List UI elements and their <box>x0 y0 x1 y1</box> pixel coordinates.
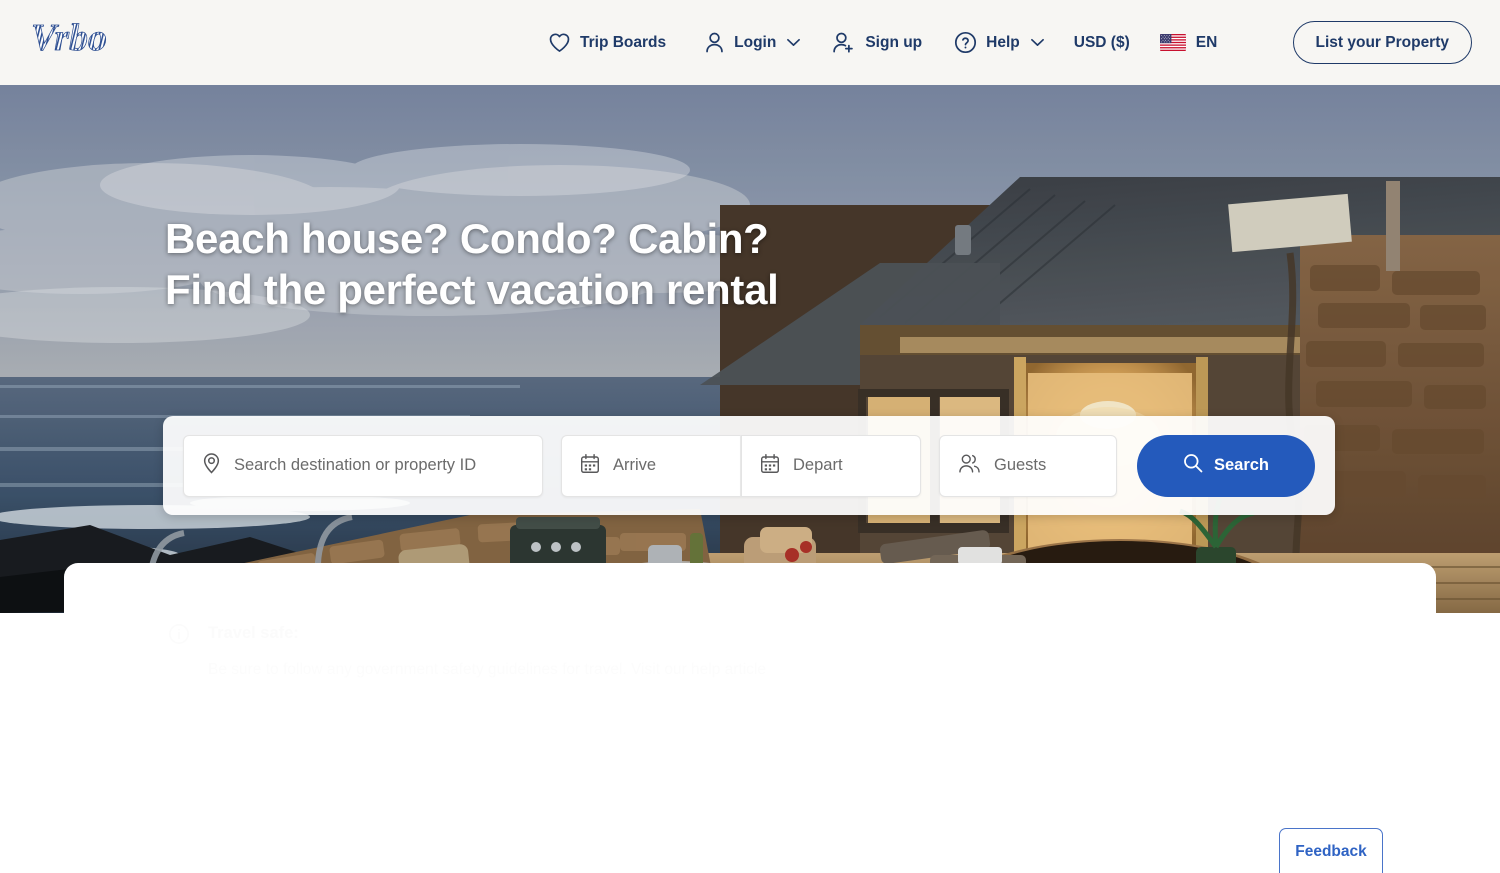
hero-background-photo <box>0 85 1500 613</box>
nav-sign-up[interactable]: Sign up <box>832 31 922 54</box>
heart-icon <box>548 32 571 53</box>
chevron-down-icon <box>787 38 801 47</box>
depart-date-input[interactable]: Depart <box>741 434 921 497</box>
calendar-icon <box>580 453 600 479</box>
search-button-label: Search <box>1213 456 1270 474</box>
svg-text:Vrbo: Vrbo <box>31 17 107 59</box>
us-flag-icon <box>1159 34 1186 51</box>
nav-trip-boards[interactable]: Trip Boards <box>548 32 666 53</box>
travel-safe-notice: Travel safe: Be sure to follow any gover… <box>168 622 766 681</box>
magnifier-icon <box>1183 453 1203 478</box>
arrive-placeholder: Arrive <box>613 456 657 474</box>
nav-login[interactable]: Login <box>704 31 801 54</box>
question-circle-icon <box>954 31 977 54</box>
language-label: EN <box>1195 33 1218 51</box>
hero-title-line2: Find the perfect vacation rental <box>165 266 779 313</box>
depart-placeholder: Depart <box>793 456 843 474</box>
header-nav: Trip Boards Login Sign up Help USD ($) E… <box>548 0 1217 85</box>
people-icon <box>958 453 981 479</box>
list-your-property-button[interactable]: List your Property <box>1292 21 1472 64</box>
content-card: Travel safe: Be sure to follow any gover… <box>64 563 1436 873</box>
calendar-icon <box>760 453 780 479</box>
destination-placeholder: Search destination or property ID <box>234 456 477 474</box>
chevron-down-icon <box>1030 38 1044 47</box>
nav-help-label: Help <box>986 33 1020 51</box>
feedback-button[interactable]: Feedback <box>1279 828 1383 873</box>
nav-trip-boards-label: Trip Boards <box>580 33 667 51</box>
user-icon <box>704 31 725 54</box>
user-plus-icon <box>832 31 856 54</box>
hero-title: Beach house? Condo? Cabin? Find the perf… <box>165 213 779 315</box>
nav-sign-up-label: Sign up <box>865 33 923 51</box>
search-widget: Search destination or property ID Arrive <box>163 416 1335 515</box>
language-selector[interactable]: EN <box>1159 33 1218 52</box>
vrbo-homepage: Vrbo Trip Boards Login Sign up Help USD … <box>0 0 1500 873</box>
destination-input[interactable]: Search destination or property ID <box>183 434 543 497</box>
hero-title-line1: Beach house? Condo? Cabin? <box>165 215 769 262</box>
search-button[interactable]: Search <box>1137 434 1315 497</box>
hero-banner: Beach house? Condo? Cabin? Find the perf… <box>0 85 1500 613</box>
travel-safe-body: Be sure to follow any government safety … <box>208 661 766 678</box>
site-header: Vrbo Trip Boards Login Sign up Help USD … <box>0 0 1500 85</box>
travel-safe-title: Travel safe: <box>208 624 299 642</box>
map-pin-icon <box>202 452 221 479</box>
vrbo-wordmark-logo[interactable]: Vrbo <box>28 14 173 64</box>
nav-login-label: Login <box>734 33 777 51</box>
info-circle-icon <box>168 623 190 650</box>
nav-help[interactable]: Help <box>954 31 1044 54</box>
guests-input[interactable]: Guests <box>939 434 1117 497</box>
arrive-date-input[interactable]: Arrive <box>561 434 741 497</box>
guests-placeholder: Guests <box>994 456 1047 474</box>
currency-selector[interactable]: USD ($) <box>1074 34 1130 52</box>
